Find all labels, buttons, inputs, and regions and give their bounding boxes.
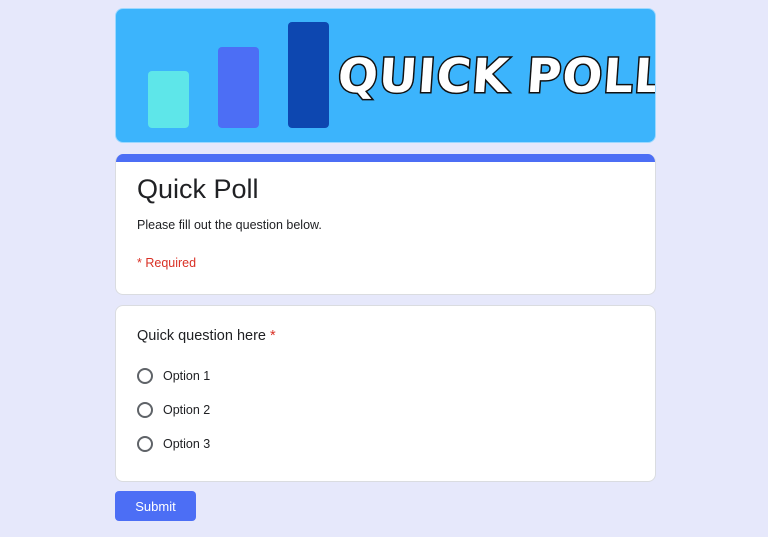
option-label: Option 3 xyxy=(163,437,211,451)
radio-button-icon[interactable] xyxy=(137,402,153,418)
required-note: * Required xyxy=(137,256,197,270)
form-container: QUICK POLL Quick Poll Please fill out th… xyxy=(115,8,656,521)
chart-bar-icon-tall xyxy=(288,22,329,128)
option-label: Option 1 xyxy=(163,369,211,383)
question-card: Quick question here * Option 1 Option 2 … xyxy=(115,305,656,482)
radio-button-icon[interactable] xyxy=(137,436,153,452)
card-accent-bar xyxy=(116,154,655,162)
form-description: Please fill out the question below. xyxy=(137,218,322,232)
submit-button[interactable]: Submit xyxy=(115,491,196,521)
chart-bar-icon-medium xyxy=(218,47,259,128)
question-text: Quick question here xyxy=(137,328,266,344)
required-asterisk: * xyxy=(270,328,276,344)
option-3[interactable]: Option 3 xyxy=(137,434,210,454)
banner-title: QUICK POLL xyxy=(335,48,656,106)
header-banner: QUICK POLL xyxy=(115,8,656,143)
option-label: Option 2 xyxy=(163,403,211,417)
option-1[interactable]: Option 1 xyxy=(137,366,210,386)
radio-button-icon[interactable] xyxy=(137,368,153,384)
question-title: Quick question here * xyxy=(137,328,276,344)
form-header-card: Quick Poll Please fill out the question … xyxy=(115,154,656,295)
option-2[interactable]: Option 2 xyxy=(137,400,210,420)
form-title: Quick Poll xyxy=(137,174,259,204)
chart-bar-icon-short xyxy=(148,71,189,128)
